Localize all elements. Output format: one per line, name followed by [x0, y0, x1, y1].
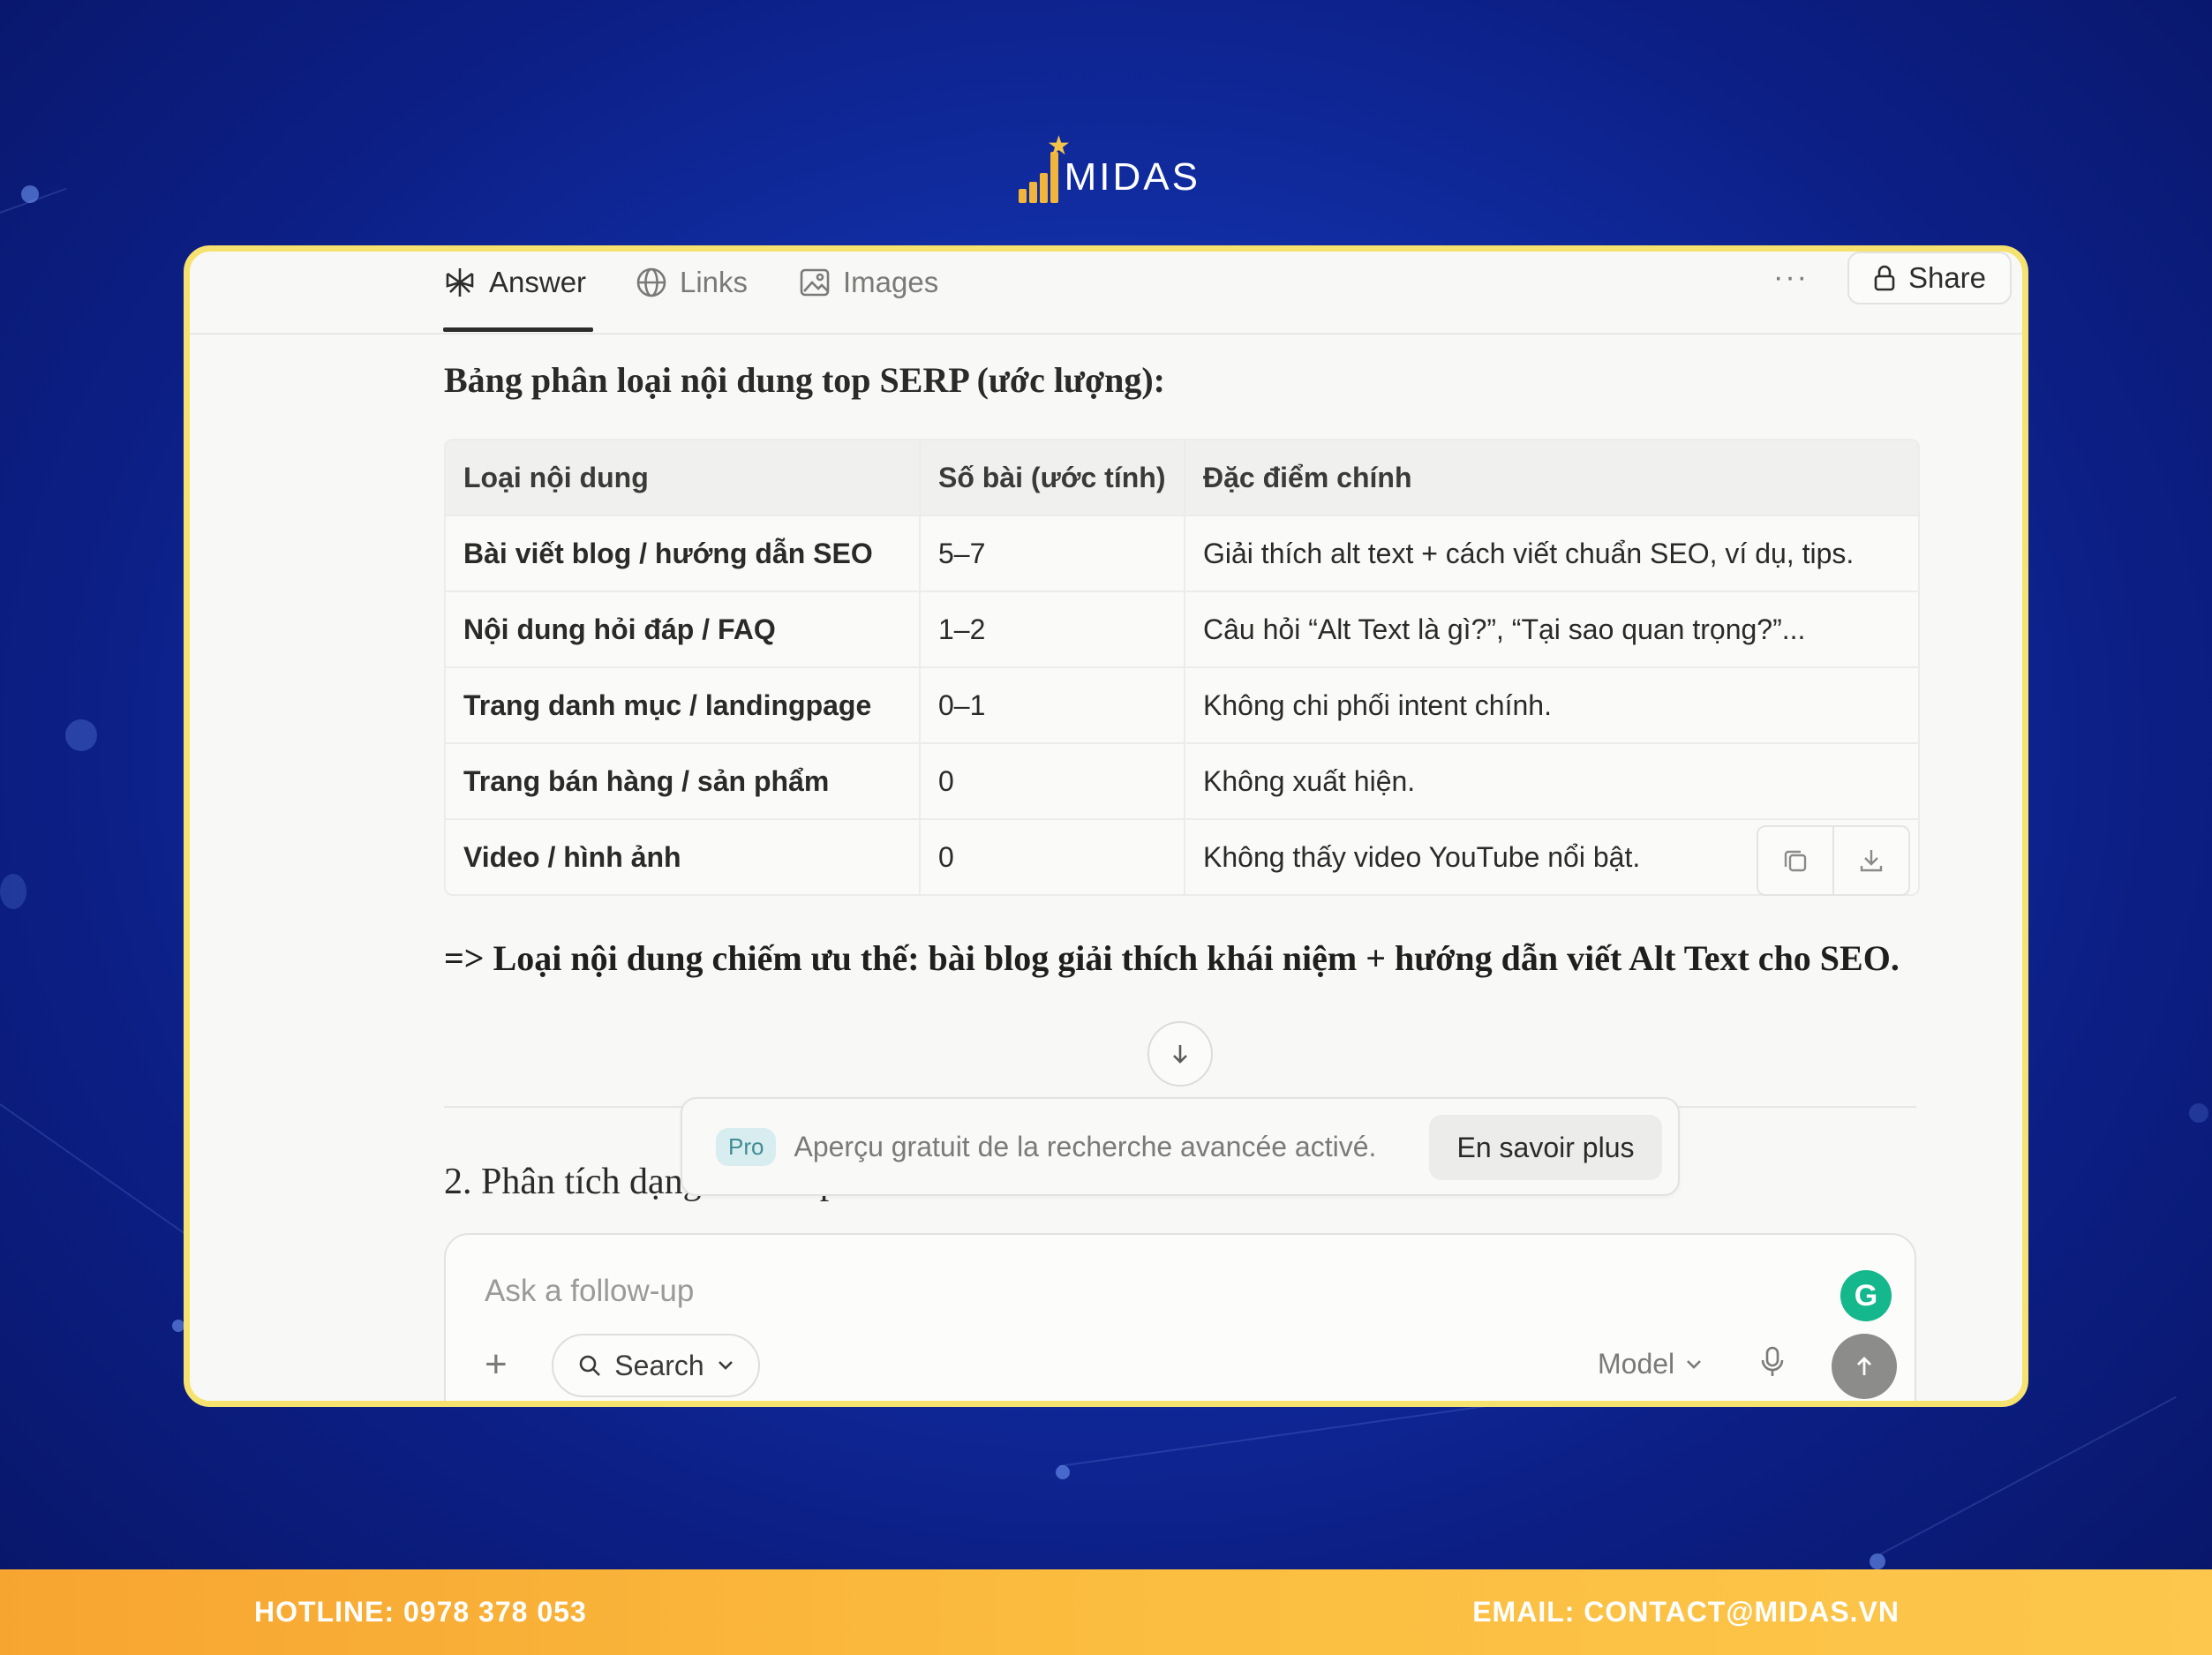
download-table-button[interactable] — [1834, 827, 1908, 894]
conclusion-text: => Loại nội dung chiếm ưu thế: bài blog … — [444, 938, 1900, 978]
tab-answer[interactable]: Answer — [443, 260, 586, 305]
search-mode-selector[interactable]: Search — [552, 1334, 760, 1397]
midas-logo: ★ MIDAS — [1015, 132, 1200, 203]
table-row: Trang danh mục / landingpage 0–1 Không c… — [446, 666, 1918, 743]
table-cell: Không xuất hiện. — [1185, 742, 1918, 819]
microphone-icon — [1759, 1344, 1786, 1380]
share-button[interactable]: Share — [1847, 252, 2012, 305]
arrow-up-icon — [1851, 1353, 1877, 1380]
copy-icon — [1781, 846, 1809, 875]
send-button[interactable] — [1832, 1334, 1897, 1399]
model-label: Model — [1598, 1348, 1675, 1380]
star-icon: ★ — [1047, 132, 1071, 161]
table-cell: 0 — [920, 742, 1185, 819]
logo-text: MIDAS — [1064, 155, 1200, 199]
table-row: Trang bán hàng / sản phẩm 0 Không xuất h… — [446, 742, 1918, 819]
grammarly-icon[interactable]: G — [1840, 1270, 1892, 1321]
globe-icon — [636, 267, 667, 298]
table-cell: Trang bán hàng / sản phẩm — [446, 742, 921, 819]
table-cell: 1–2 — [920, 591, 1185, 667]
logo-bars-icon: ★ — [1015, 133, 1071, 203]
table-cell: Video / hình ảnh — [446, 818, 921, 894]
table-cell: Không chi phối intent chính. — [1185, 666, 1918, 743]
background-line — [0, 1103, 189, 1237]
add-attachment-button[interactable]: + — [485, 1343, 508, 1387]
pro-promo-banner: Pro Aperçu gratuit de la recherche avanc… — [681, 1097, 1680, 1196]
tab-answer-label: Answer — [489, 266, 587, 298]
promo-text: Aperçu gratuit de la recherche avancée a… — [794, 1130, 1377, 1162]
table-row: Nội dung hỏi đáp / FAQ 1–2 Câu hỏi “Alt … — [446, 591, 1918, 667]
search-mode-label: Search — [614, 1349, 704, 1381]
table-row: Bài viết blog / hướng dẫn SEO 5–7 Giải t… — [446, 515, 1918, 591]
background-dot — [65, 719, 97, 751]
download-icon — [1857, 846, 1885, 875]
tab-links[interactable]: Links — [636, 260, 748, 305]
background-dot — [2189, 1103, 2208, 1123]
table-cell: Câu hỏi “Alt Text là gì?”, “Tại sao quan… — [1185, 591, 1918, 667]
table-cell: 0–1 — [920, 666, 1185, 743]
table-cell: Giải thích alt text + cách viết chuẩn SE… — [1185, 515, 1918, 591]
follow-up-input[interactable]: Ask a follow-up — [485, 1274, 694, 1309]
copy-table-button[interactable] — [1758, 827, 1834, 894]
table-cell: Trang danh mục / landingpage — [446, 666, 921, 743]
learn-more-button[interactable]: En savoir plus — [1429, 1115, 1662, 1180]
table-cell: 0 — [920, 818, 1185, 894]
background-line — [1879, 1395, 2177, 1555]
contact-footer: HOTLINE: 0978 378 053 EMAIL: CONTACT@MID… — [0, 1569, 2212, 1655]
table-cell: Bài viết blog / hướng dẫn SEO — [446, 515, 921, 591]
more-options-button[interactable]: ··· — [1773, 260, 1809, 295]
share-label: Share — [1907, 261, 1987, 294]
arrow-down-icon — [1168, 1042, 1193, 1066]
active-tab-indicator — [443, 327, 593, 332]
model-selector[interactable]: Model — [1598, 1348, 1703, 1380]
tab-links-label: Links — [680, 266, 749, 298]
microphone-button[interactable] — [1759, 1344, 1786, 1384]
perplexity-icon — [443, 266, 477, 299]
column-header: Loại nội dung — [446, 440, 921, 515]
hotline-text: HOTLINE: 0978 378 053 — [254, 1596, 587, 1628]
background-dot — [1870, 1553, 1885, 1569]
column-header: Đặc điểm chính — [1185, 440, 1918, 515]
chevron-down-icon — [717, 1359, 734, 1372]
perplexity-answer-card: Answer Links Images ··· Share Bảng phân … — [184, 245, 2028, 1407]
chevron-down-icon — [1685, 1358, 1703, 1371]
tab-images[interactable]: Images — [799, 260, 938, 305]
tab-images-label: Images — [843, 266, 939, 298]
pro-badge: Pro — [716, 1127, 777, 1166]
table-actions — [1757, 825, 1910, 896]
table-header-row: Loại nội dung Số bài (ước tính) Đặc điểm… — [446, 440, 1918, 515]
follow-up-composer: Ask a follow-up G + Search Model — [444, 1233, 1916, 1401]
column-header: Số bài (ước tính) — [920, 440, 1185, 515]
scroll-down-button[interactable] — [1147, 1021, 1213, 1087]
serp-classification-table: Loại nội dung Số bài (ước tính) Đặc điểm… — [444, 439, 1920, 896]
background-dot — [0, 874, 26, 909]
lock-icon — [1873, 264, 1896, 292]
search-icon — [577, 1353, 602, 1378]
background-dot — [1056, 1465, 1070, 1479]
background-dot — [172, 1320, 184, 1332]
table-cell: Nội dung hỏi đáp / FAQ — [446, 591, 921, 667]
table-cell: 5–7 — [920, 515, 1185, 591]
answer-heading: Bảng phân loại nội dung top SERP (ước lư… — [444, 360, 1165, 400]
email-text: EMAIL: CONTACT@MIDAS.VN — [1472, 1596, 1900, 1628]
tab-bar: Answer Links Images ··· Share — [190, 252, 2022, 335]
background-line — [1058, 1403, 1497, 1467]
image-icon — [799, 267, 831, 298]
table-row: Video / hình ảnh 0 Không thấy video YouT… — [446, 818, 1918, 894]
